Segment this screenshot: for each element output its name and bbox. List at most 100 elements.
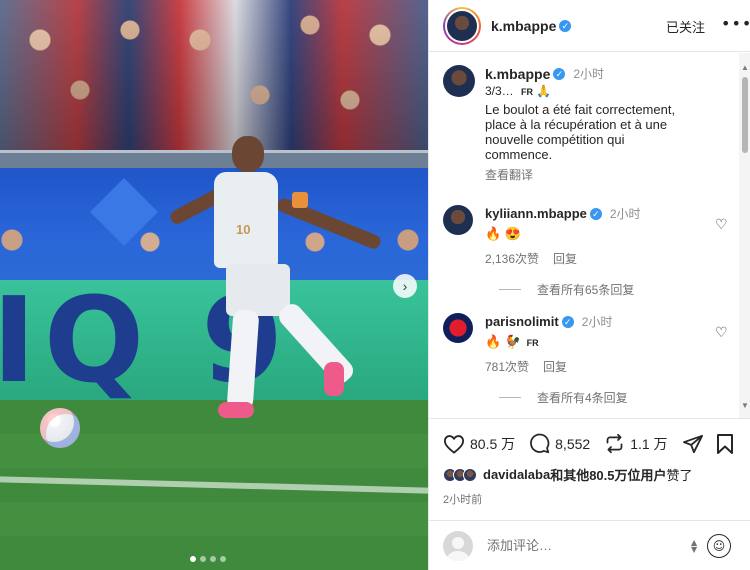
comment-text: 🔥 🐓 FR <box>485 334 705 350</box>
comment-emoji: 🔥 😍 <box>485 226 521 241</box>
user-avatar-icon <box>443 530 473 561</box>
player-boot-left <box>218 402 254 418</box>
captain-armband <box>292 192 308 208</box>
comment-actions: 781次赞 回复 <box>485 358 705 375</box>
following-button[interactable]: 已关注 <box>666 17 705 36</box>
liked-by-suffix: 赞了 <box>666 468 693 483</box>
scrollbar-thumb[interactable] <box>742 77 748 153</box>
see-translation-link[interactable]: 查看翻译 <box>485 166 733 183</box>
liked-by-avatars <box>443 467 477 482</box>
comment-time: 2小时 <box>609 207 641 221</box>
commenter-avatar[interactable] <box>443 205 473 235</box>
comment-like-count[interactable]: 2,136次赞 <box>485 250 539 267</box>
comments-section[interactable]: k.mbappe ✓ 2小时 3/3… FR 🙏 Le boulot a été… <box>429 53 750 418</box>
author-avatar[interactable] <box>443 6 481 45</box>
comment-body: parisnolimit ✓ 2小时 🔥 🐓 FR 781次赞 回复 <box>485 313 705 375</box>
comment-like-heart-icon[interactable]: ♡ <box>715 217 728 233</box>
flag-fr-icon: FR <box>521 87 534 97</box>
carousel-dot <box>200 556 206 562</box>
more-options-icon[interactable]: ••• <box>721 14 750 33</box>
player-head <box>232 136 264 172</box>
post-header: k.mbappe ✓ 已关注 ••• <box>429 0 750 52</box>
caption-prefix: 3/3… <box>485 84 514 98</box>
comment-item: kyliiann.mbappe ✓ 2小时 🔥 😍 2,136次赞 回复 ♡ <box>443 205 733 267</box>
comment-like-count[interactable]: 781次赞 <box>485 358 529 375</box>
bookmark-icon <box>717 434 733 454</box>
view-replies-link[interactable]: 查看所有4条回复 <box>499 389 628 406</box>
comment-item: parisnolimit ✓ 2小时 🔥 🐓 FR 781次赞 回复 ♡ <box>443 313 733 375</box>
verified-badge-icon: ✓ <box>589 207 602 220</box>
expand-arrows-icon[interactable]: ▲ ▼ <box>691 539 697 554</box>
view-replies-label: 查看所有65条回复 <box>537 283 635 297</box>
comment-header: parisnolimit ✓ 2小时 <box>485 313 705 330</box>
likes-count: 80.5 万 <box>470 435 516 452</box>
football <box>40 408 80 448</box>
flag-fr-icon: FR <box>526 338 539 348</box>
post-caption: k.mbappe ✓ 2小时 3/3… FR 🙏 Le boulot a été… <box>443 65 733 183</box>
caption-header: k.mbappe ✓ 2小时 <box>485 65 733 82</box>
carousel-dot <box>220 556 226 562</box>
comments-scrollbar[interactable]: ▲ ▼ <box>739 53 750 418</box>
carousel-next-button[interactable]: › <box>393 274 417 298</box>
view-replies-link[interactable]: 查看所有65条回复 <box>499 281 634 298</box>
scroll-up-icon[interactable]: ▲ <box>741 63 749 72</box>
view-replies-label: 查看所有4条回复 <box>537 391 628 405</box>
pitch-line <box>0 476 428 494</box>
scroll-down-icon[interactable]: ▼ <box>741 401 749 410</box>
comment-composer: ▲▼ ☺ <box>429 520 750 570</box>
instagram-post-view: IQ 9 10 › k.mbappe ✓ 已关注 ••• k.mbappe ✓ … <box>0 0 750 570</box>
caption-prefix-line: 3/3… FR 🙏 <box>485 84 733 98</box>
author-username[interactable]: k.mbappe <box>491 18 556 34</box>
post-photo[interactable]: IQ 9 10 › <box>0 0 428 570</box>
reply-button[interactable]: 回复 <box>553 250 577 267</box>
caption-body: k.mbappe ✓ 2小时 3/3… FR 🙏 Le boulot a été… <box>485 65 733 183</box>
comment-icon <box>530 433 550 454</box>
emoji-picker-icon[interactable]: ☺ <box>707 534 731 558</box>
add-comment-input[interactable] <box>487 538 677 553</box>
commenter-username[interactable]: parisnolimit <box>485 314 559 329</box>
reposts-count: 1.1 万 <box>630 435 668 452</box>
comment-actions: 2,136次赞 回复 <box>485 250 705 267</box>
player-boot-right <box>324 362 344 396</box>
post-timestamp: 2小时前 <box>443 494 483 506</box>
like-button[interactable]: 80.5 万 <box>443 434 515 454</box>
author-avatar-image <box>445 8 479 43</box>
share-button[interactable] <box>682 434 709 454</box>
comment-like-heart-icon[interactable]: ♡ <box>715 325 728 341</box>
post-actions: 80.5 万 8,552 1.1 万 <box>443 433 723 454</box>
comment-header: kyliiann.mbappe ✓ 2小时 <box>485 205 705 222</box>
reply-button[interactable]: 回复 <box>543 358 567 375</box>
praying-hands-icon: 🙏 <box>536 84 552 98</box>
player-figure: 10 <box>160 130 420 440</box>
heart-icon <box>443 434 464 454</box>
comments-count: 8,552 <box>555 435 591 452</box>
repost-icon <box>606 433 623 454</box>
liked-by-user[interactable]: davidalaba <box>483 467 550 482</box>
share-icon <box>682 434 703 453</box>
caption-time: 2小时 <box>573 67 605 81</box>
liked-by-others[interactable]: 和其他80.5万位用户 <box>550 465 666 484</box>
liker-avatar <box>463 467 477 482</box>
commenter-username[interactable]: kyliiann.mbappe <box>485 206 587 221</box>
player-leg-left <box>226 309 260 411</box>
player-shorts <box>226 264 290 316</box>
caption-author-username[interactable]: k.mbappe <box>485 66 550 82</box>
verified-badge-icon: ✓ <box>561 315 574 328</box>
comment-time: 2小时 <box>581 315 613 329</box>
commenter-avatar[interactable] <box>443 313 473 343</box>
carousel-dot <box>210 556 216 562</box>
carousel-dots <box>190 556 226 562</box>
carousel-dot <box>190 556 196 562</box>
caption-text: Le boulot a été fait correctement, place… <box>485 102 676 162</box>
verified-badge-icon: ✓ <box>553 67 566 80</box>
post-side-panel: k.mbappe ✓ 已关注 ••• k.mbappe ✓ 2小时 3/3… F… <box>428 0 750 570</box>
repost-button[interactable]: 1.1 万 <box>604 433 668 454</box>
comment-body: kyliiann.mbappe ✓ 2小时 🔥 😍 2,136次赞 回复 <box>485 205 705 267</box>
comment-button[interactable]: 8,552 <box>529 433 590 454</box>
save-button[interactable] <box>715 433 735 458</box>
liked-by-summary[interactable]: davidalaba 和其他80.5万位用户 赞了 <box>443 465 693 484</box>
caption-author-avatar[interactable] <box>443 65 475 97</box>
comment-emoji: 🔥 🐓 <box>485 334 521 349</box>
player-jersey <box>214 172 278 268</box>
player-leg-right <box>275 299 358 388</box>
